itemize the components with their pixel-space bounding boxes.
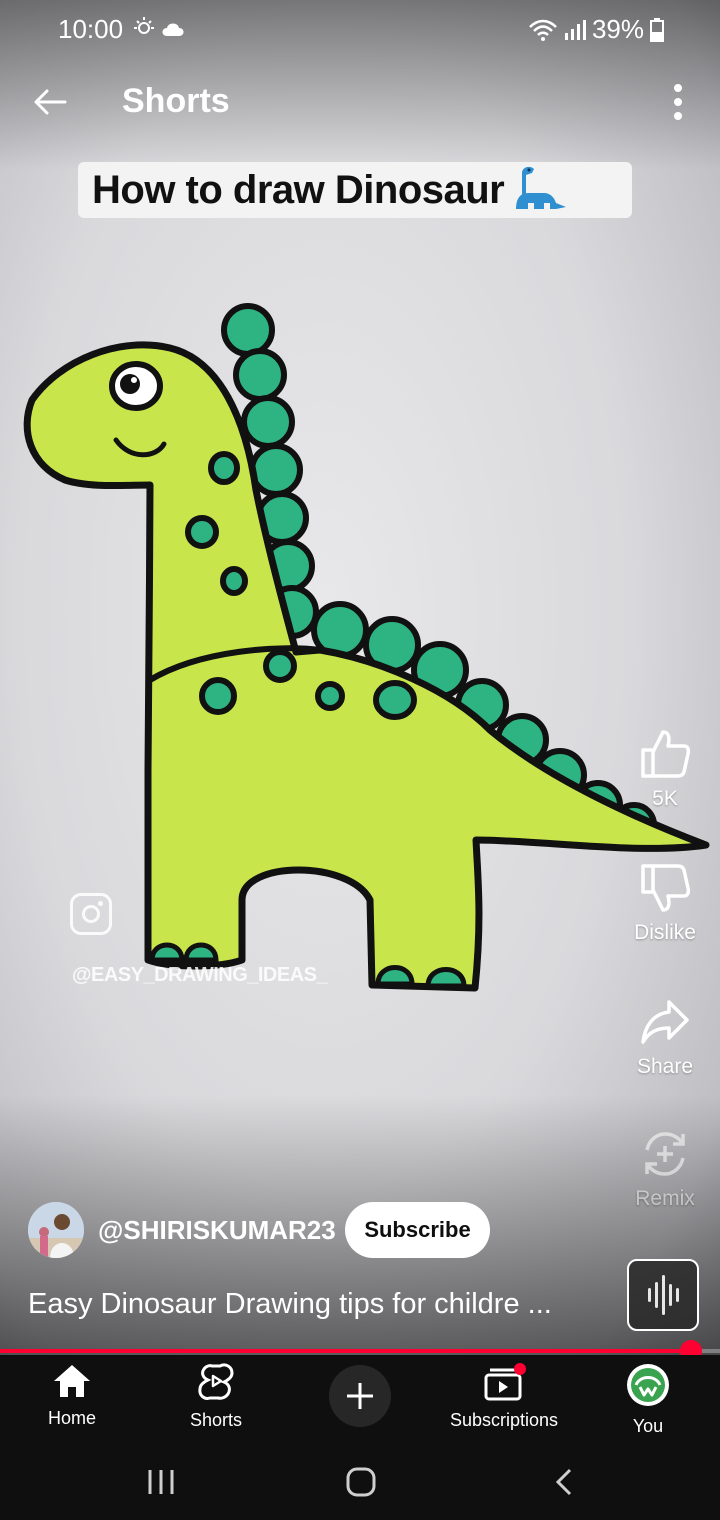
video-description[interactable]: Easy Dinosaur Drawing tips for childre .… — [28, 1288, 552, 1321]
home-nav-icon[interactable] — [345, 1466, 377, 1498]
dot-icon — [674, 112, 682, 120]
waveform-bar — [675, 1288, 679, 1302]
bottom-navigation: Home Shorts Subscriptions You — [0, 1355, 720, 1445]
watermark-handle: @EASY_DRAWING_IDEAS_ — [72, 964, 328, 986]
battery-percent: 39% — [591, 14, 644, 44]
subscriptions-icon — [484, 1363, 526, 1401]
create-button[interactable] — [329, 1365, 391, 1427]
dislike-button[interactable]: Dislike — [620, 862, 710, 945]
status-right: 39% — [528, 14, 664, 45]
waveform-bar — [661, 1275, 665, 1315]
dinosaur-emoji-icon — [510, 163, 568, 218]
video-progress-bar[interactable] — [0, 1340, 720, 1362]
remix-icon — [645, 1132, 685, 1176]
nav-you[interactable]: You — [578, 1363, 718, 1437]
nav-you-label: You — [632, 1416, 664, 1436]
recent-apps-icon[interactable] — [146, 1467, 176, 1497]
weather-icon — [133, 16, 193, 45]
nav-home[interactable]: Home — [2, 1363, 142, 1429]
channel-avatar[interactable] — [28, 1202, 84, 1258]
progress-fill — [0, 1349, 692, 1353]
instagram-icon — [70, 893, 112, 935]
remix-button[interactable]: Remix — [620, 1128, 710, 1211]
home-icon — [54, 1365, 90, 1397]
plus-icon — [347, 1383, 373, 1409]
nav-subscriptions[interactable]: Subscriptions — [434, 1363, 574, 1431]
dislike-label: Dislike — [634, 921, 696, 944]
nav-subscriptions-label: Subscriptions — [449, 1410, 559, 1430]
sound-button[interactable] — [627, 1259, 699, 1331]
remix-label: Remix — [635, 1187, 695, 1210]
channel-handle[interactable]: @SHIRISKUMAR23 — [98, 1215, 336, 1246]
wifi-icon — [529, 19, 557, 41]
thumbs-down-icon — [641, 864, 691, 912]
system-navigation-bar — [0, 1445, 720, 1520]
waveform-bar — [668, 1284, 672, 1306]
status-bar: 10:00 39% — [0, 0, 720, 56]
dot-icon — [674, 84, 682, 92]
like-count: 5K — [652, 787, 678, 810]
nav-shorts-label: Shorts — [189, 1410, 243, 1430]
share-arrow-icon — [641, 1000, 689, 1044]
back-button[interactable] — [28, 80, 72, 124]
video-title-text: How to draw Dinosaur — [92, 167, 505, 212]
waveform-bar — [654, 1282, 658, 1308]
nav-shorts[interactable]: Shorts — [146, 1363, 286, 1431]
clock: 10:00 — [58, 14, 124, 44]
battery-icon — [650, 17, 664, 42]
dot-icon — [674, 98, 682, 106]
signal-icon — [564, 19, 586, 40]
dinosaur-drawing — [23, 303, 710, 992]
subscribe-button[interactable]: Subscribe — [345, 1202, 490, 1258]
more-options-button[interactable] — [658, 78, 698, 126]
back-nav-icon[interactable] — [552, 1467, 576, 1497]
video-overlay-title: How to draw Dinosaur — [78, 162, 632, 218]
share-label: Share — [636, 1055, 694, 1078]
waveform-bar — [647, 1288, 651, 1302]
like-button[interactable]: 5K — [620, 728, 710, 811]
nav-home-label: Home — [47, 1408, 96, 1428]
top-bar: Shorts — [0, 70, 720, 134]
shorts-player[interactable]: How to draw Dinosaur @EASY_DRAWING_IDEAS… — [0, 0, 720, 1355]
shorts-icon — [198, 1363, 234, 1400]
share-button[interactable]: Share — [620, 996, 710, 1079]
profile-avatar — [627, 1364, 669, 1406]
thumbs-up-icon — [641, 730, 691, 778]
arrow-left-icon — [34, 89, 67, 115]
page-title: Shorts — [122, 82, 230, 120]
